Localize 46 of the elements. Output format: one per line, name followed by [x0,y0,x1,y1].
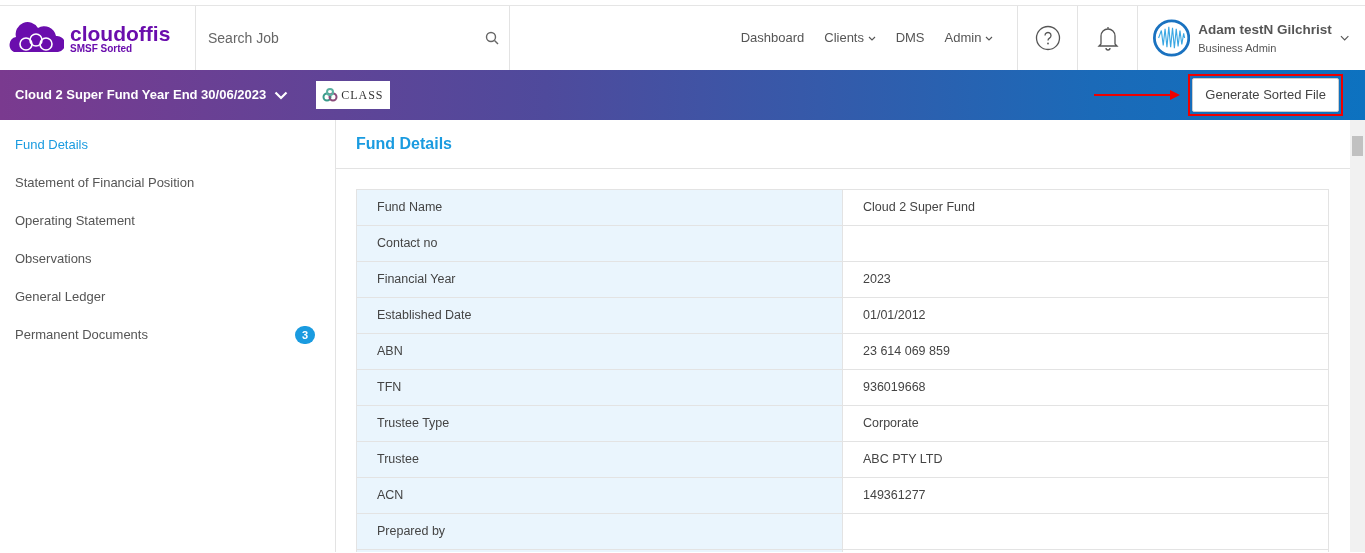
chevron-down-icon [867,36,876,42]
field-label: TFN [356,369,843,406]
field-label: ACN [356,477,843,514]
nav-link[interactable]: Clients [824,28,876,48]
bell-icon[interactable] [1096,25,1119,51]
field-value: 936019668 [842,369,1329,406]
nav-link[interactable]: DMS [895,28,925,48]
sidebar-item[interactable]: General Ledger [0,278,335,316]
field-value: Cloud 2 Super Fund [842,189,1329,226]
help-icon[interactable] [1034,25,1061,51]
field-label: Established Date [356,297,843,334]
nav-link[interactable]: Dashboard [740,28,805,48]
nav-link[interactable]: Admin [944,28,993,48]
generate-sorted-file-button[interactable]: Generate Sorted File [1192,78,1339,112]
chevron-down-icon[interactable] [1339,35,1349,41]
field-value: 01/01/2012 [842,297,1329,334]
field-label: Trustee [356,441,843,478]
field-value: 23 614 069 859 [842,333,1329,370]
field-value: 2023 [842,261,1329,298]
user-role: Business Admin [1198,40,1278,56]
field-label: Prepared by [356,513,843,550]
class-logo: CLASS [316,81,390,109]
scrollbar-thumb[interactable] [1352,136,1363,156]
field-value: Corporate [842,405,1329,442]
field-label: Contact no [356,225,843,262]
scrollbar[interactable] [1350,120,1365,552]
search-icon[interactable] [485,31,499,45]
user-name[interactable]: Adam testN Gilchrist [1198,19,1332,40]
sidebar-item[interactable]: Operating Statement [0,202,335,240]
sidebar-item[interactable]: Statement of Financial Position [0,164,335,202]
avatar-icon [1153,18,1191,58]
sidebar-item[interactable]: Observations [0,240,335,278]
field-value: 149361277 [842,477,1329,514]
field-label: Fund Name [356,189,843,226]
brand-name: cloudoffis [70,22,171,44]
rings-icon [322,88,339,102]
chevron-down-icon [985,36,993,42]
field-label: Trustee Type [356,405,843,442]
cloud-logo-icon [8,22,64,54]
field-value: ABC PTY LTD [842,441,1329,478]
field-label: Financial Year [356,261,843,298]
count-badge: 3 [294,325,315,345]
field-label: ABN [356,333,843,370]
job-title[interactable]: Cloud 2 Super Fund Year End 30/06/2023 [15,85,267,105]
brand-tagline: SMSF Sorted [70,43,134,54]
sidebar-item[interactable]: Permanent Documents 3 [0,316,335,354]
